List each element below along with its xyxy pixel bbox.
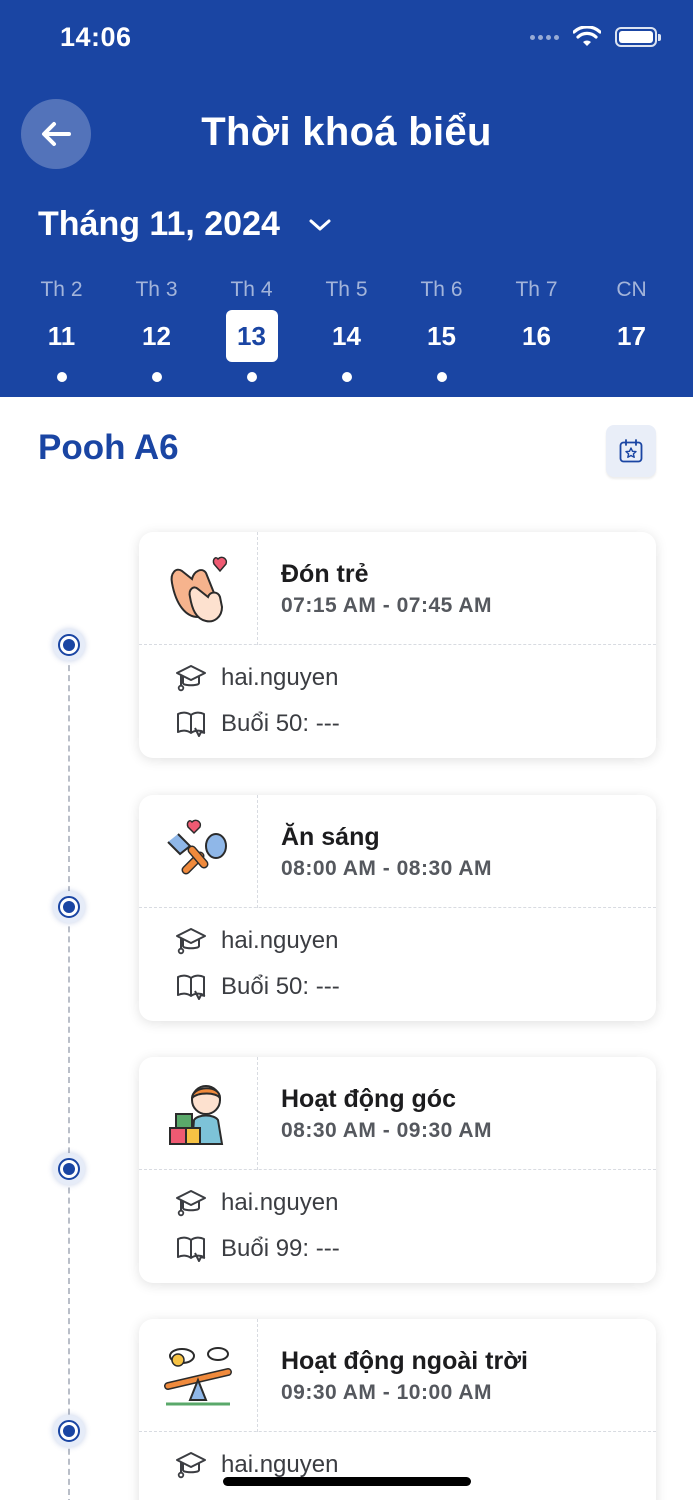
status-time: 14:06 <box>60 22 132 52</box>
calendar-star-icon <box>619 439 643 463</box>
day-number: 14 <box>332 320 361 351</box>
battery-icon <box>615 27 661 47</box>
chevron-down-icon <box>309 219 331 230</box>
book-open-icon <box>177 974 206 1000</box>
child-blocks-icon <box>139 1057 258 1170</box>
day-17[interactable]: CN 17 <box>584 278 679 382</box>
day-16[interactable]: Th 7 16 <box>489 278 584 382</box>
day-number: 11 <box>47 320 76 351</box>
event-dot <box>246 372 257 382</box>
header: 14:06 Thời khoá biểu Tháng 11, 2024 Th 2… <box>0 0 693 397</box>
day-name: Th 3 <box>135 278 178 301</box>
card-header: Hoạt động góc 08:30 AM - 09:30 AM <box>139 1057 656 1170</box>
activity-title: Ăn sáng <box>281 823 380 851</box>
class-name: Pooh A6 <box>38 428 179 467</box>
timeline-dot <box>53 891 85 923</box>
day-15[interactable]: Th 6 15 <box>394 278 489 382</box>
graduation-cap-icon <box>176 928 206 955</box>
activity-title: Hoạt động góc <box>281 1085 456 1113</box>
event-dot <box>436 372 447 382</box>
timeline-dot <box>53 1415 85 1447</box>
book-open-icon <box>177 1236 206 1262</box>
activity-card[interactable]: Hoạt động ngoài trời 09:30 AM - 10:00 AM h… <box>139 1319 656 1500</box>
day-name: CN <box>616 278 647 301</box>
timeline-dot <box>53 1153 85 1185</box>
teacher-name: hai.nguyen <box>221 1451 339 1478</box>
session-row: Buổi 50: --- <box>175 708 340 740</box>
day-12[interactable]: Th 3 12 <box>109 278 204 382</box>
session-row: Buổi 99: --- <box>175 1233 340 1265</box>
timeline-dot <box>53 629 85 661</box>
event-dot <box>56 372 67 382</box>
graduation-cap-icon <box>176 1190 206 1217</box>
graduation-cap-icon <box>176 1452 206 1479</box>
graduation-cap-icon <box>176 665 206 692</box>
event-dot <box>151 372 162 382</box>
session-label: Buổi 50: --- <box>221 973 340 1000</box>
fork-spoon-icon <box>139 795 258 908</box>
activity-card[interactable]: Hoạt động góc 08:30 AM - 09:30 AM hai.nguy… <box>139 1057 656 1283</box>
card-header: Hoạt động ngoài trời 09:30 AM - 10:00 AM <box>139 1319 656 1432</box>
timeline-line <box>68 645 70 1500</box>
activity-time: 07:15 AM - 07:45 AM <box>281 594 493 617</box>
day-number: 12 <box>142 320 171 351</box>
card-header: Đón trẻ 07:15 AM - 07:45 AM <box>139 532 656 645</box>
activity-title: Đón trẻ <box>281 560 369 588</box>
teacher-row: hai.nguyen <box>175 662 338 694</box>
day-name: Th 2 <box>40 278 83 301</box>
activity-card[interactable]: Đón trẻ 07:15 AM - 07:45 AM hai.nguyen Buổi… <box>139 532 656 758</box>
teacher-row: hai.nguyen <box>175 925 338 957</box>
day-name: Th 7 <box>515 278 558 301</box>
activity-time: 08:00 AM - 08:30 AM <box>281 857 493 880</box>
day-number: 16 <box>522 320 551 351</box>
month-selector[interactable]: Tháng 11, 2024 <box>38 205 332 244</box>
week-strip: Th 2 11 Th 3 12 Th 4 13 Th 5 14 Th 6 15 Th 7 16 CN 17 <box>14 278 679 382</box>
day-13[interactable]: Th 4 13 <box>204 278 299 382</box>
book-open-icon <box>177 711 206 737</box>
day-number: 17 <box>617 320 646 351</box>
event-dot <box>341 372 352 382</box>
teacher-name: hai.nguyen <box>221 1189 339 1216</box>
day-11[interactable]: Th 2 11 <box>14 278 109 382</box>
day-number: 15 <box>427 320 456 351</box>
day-name: Th 6 <box>420 278 463 301</box>
page-title: Thời khoá biểu <box>201 110 492 154</box>
activity-title: Hoạt động ngoài trời <box>281 1347 528 1375</box>
activity-card[interactable]: Ăn sáng 08:00 AM - 08:30 AM hai.nguyen Buổi… <box>139 795 656 1021</box>
activity-time: 09:30 AM - 10:00 AM <box>281 1381 493 1404</box>
day-number: 13 <box>225 310 278 362</box>
calendar-button[interactable] <box>606 425 656 477</box>
session-label: Buổi 99: --- <box>221 1235 340 1262</box>
clapping-hands-icon <box>139 532 258 645</box>
card-header: Ăn sáng 08:00 AM - 08:30 AM <box>139 795 656 908</box>
teacher-name: hai.nguyen <box>221 927 339 954</box>
seesaw-icon <box>139 1319 258 1432</box>
status-icons <box>530 26 661 48</box>
session-row: Buổi 50: --- <box>175 971 340 1003</box>
day-14[interactable]: Th 5 14 <box>299 278 394 382</box>
session-label: Buổi 50: --- <box>221 710 340 737</box>
month-label: Tháng 11, 2024 <box>38 205 280 243</box>
day-name: Th 4 <box>230 278 273 301</box>
day-name: Th 5 <box>325 278 368 301</box>
teacher-row: hai.nguyen <box>175 1187 338 1219</box>
signal-icon <box>530 34 559 40</box>
activity-time: 08:30 AM - 09:30 AM <box>281 1119 493 1142</box>
teacher-name: hai.nguyen <box>221 664 339 691</box>
home-indicator <box>223 1477 471 1486</box>
wifi-icon <box>573 26 601 46</box>
